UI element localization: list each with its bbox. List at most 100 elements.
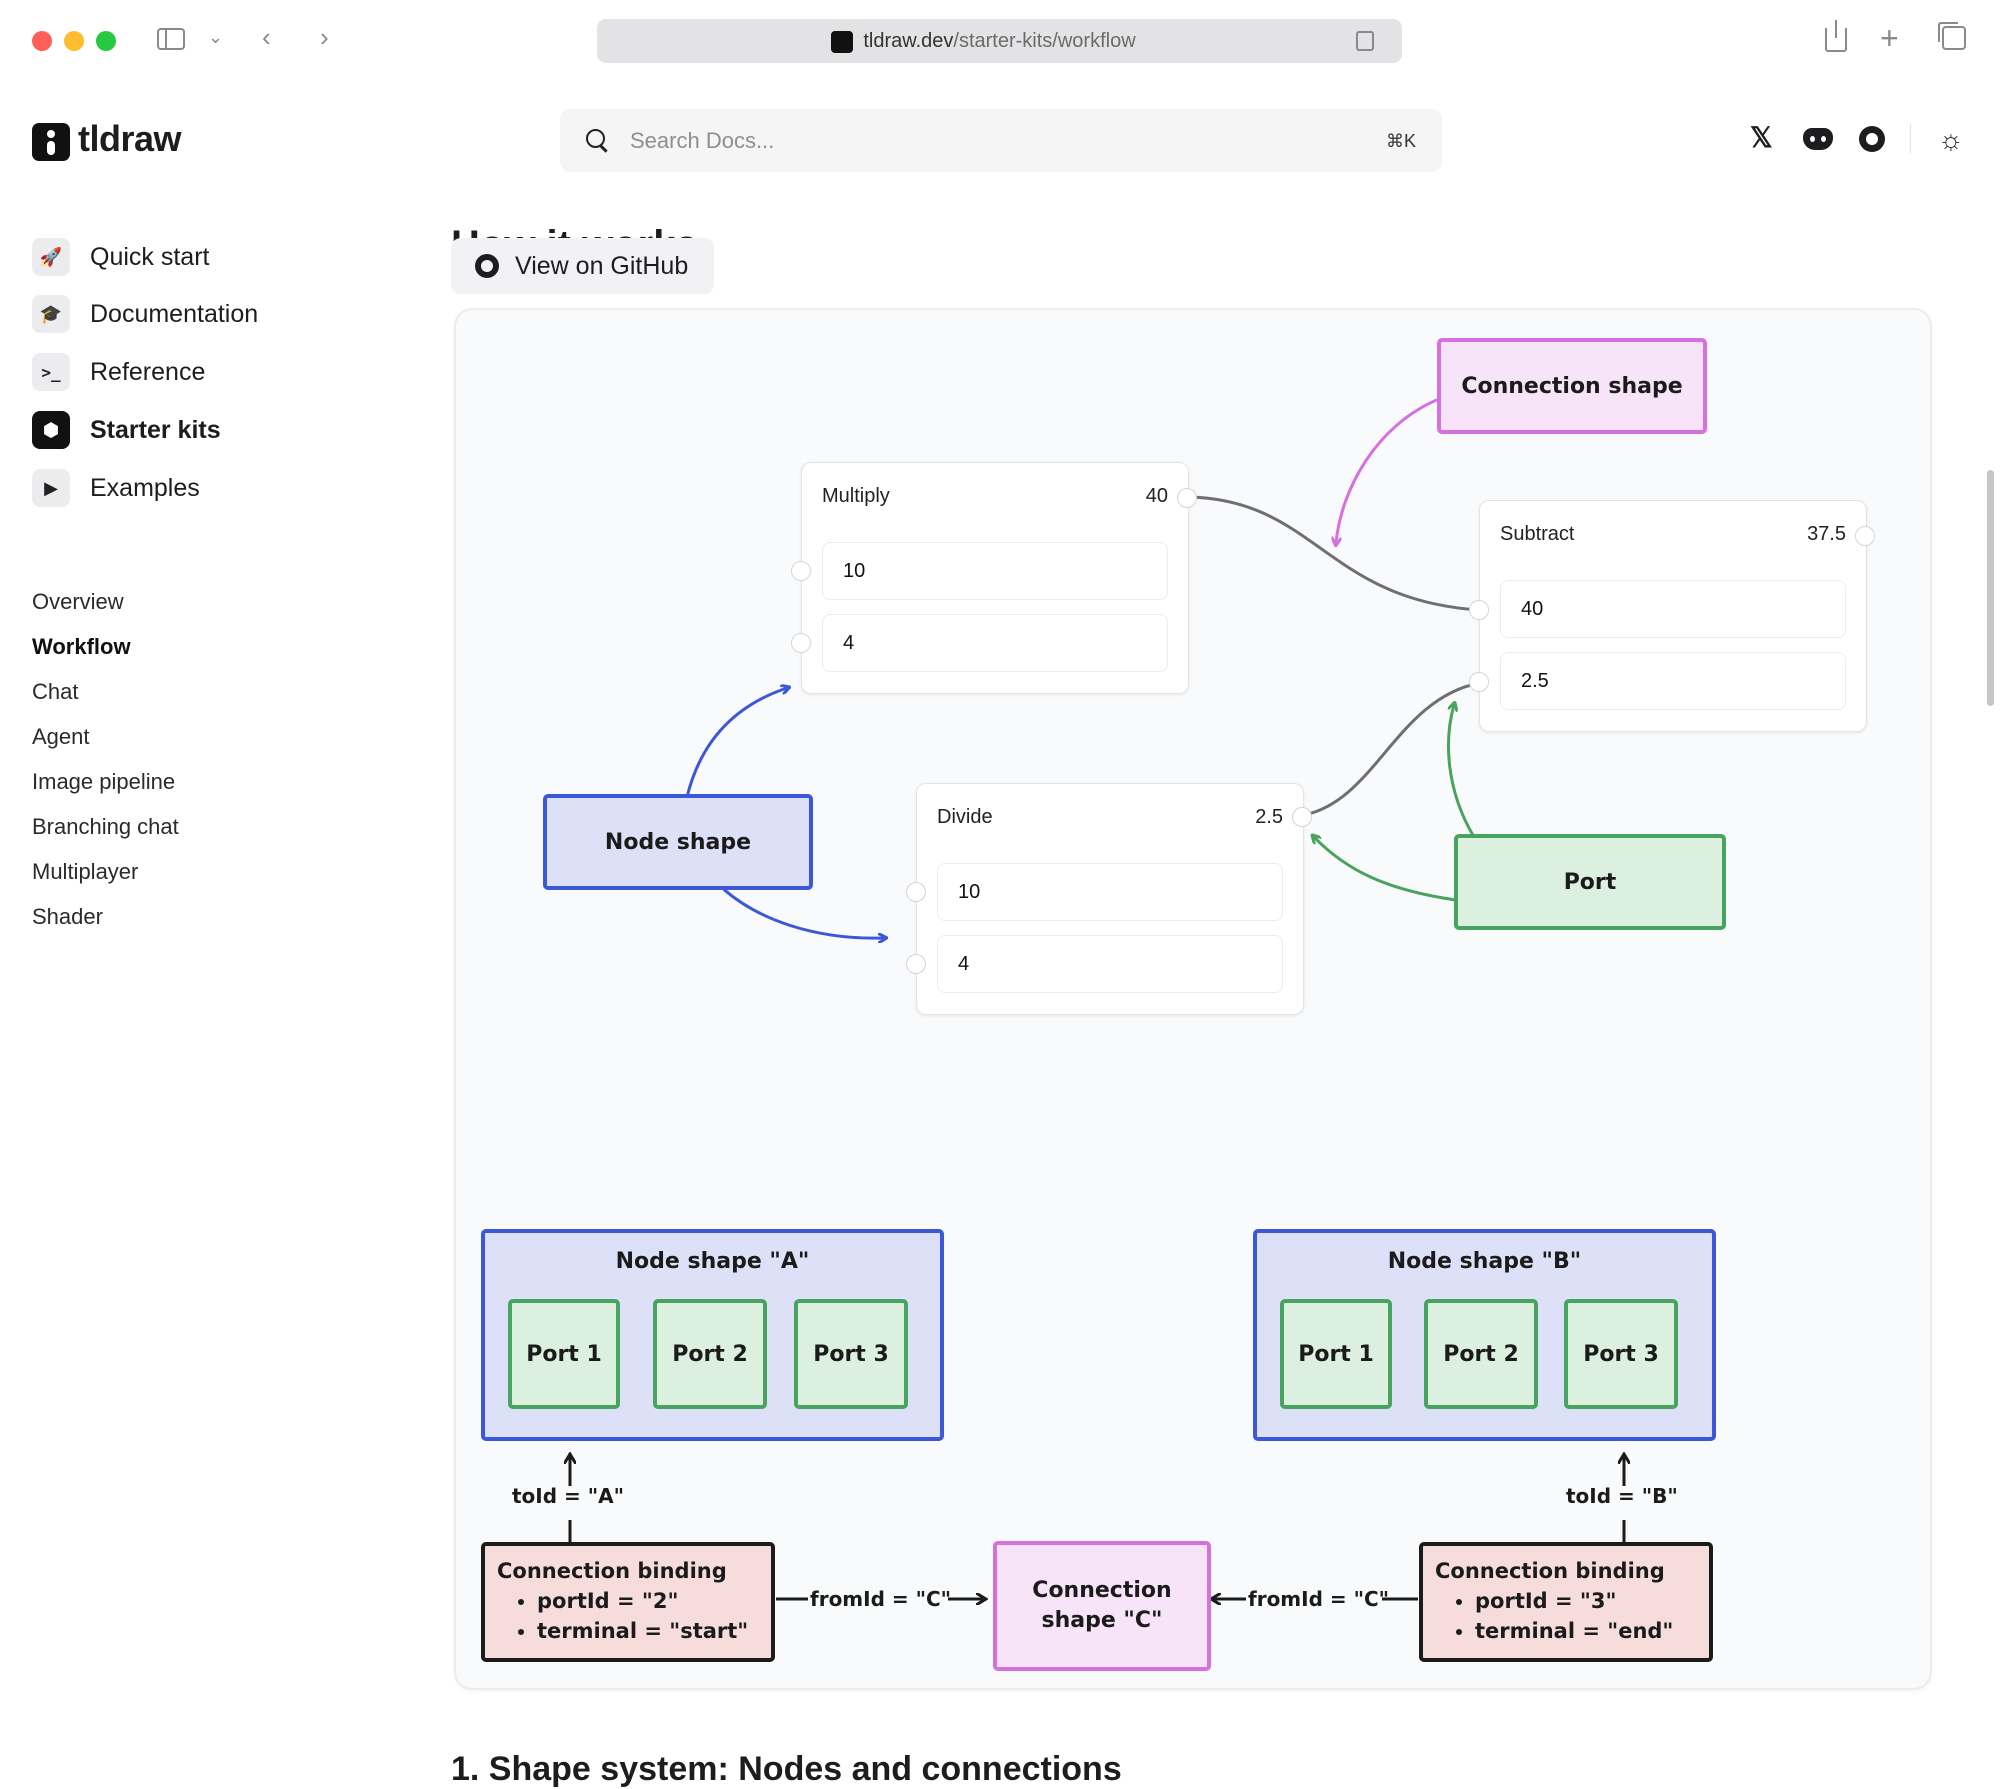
search-input[interactable]: Search Docs... ⌘K [560, 109, 1442, 172]
node-input-value: 10 [958, 881, 981, 903]
port-label: Port 1 [1298, 1341, 1374, 1367]
node-shape-b-title: Node shape "B" [1387, 1249, 1582, 1274]
logo-text[interactable]: tldraw [78, 118, 182, 160]
node-shape-arrow-up [685, 688, 787, 798]
box-label: Node shape [604, 829, 752, 855]
sidebar-item-label: Reference [90, 357, 206, 386]
discord-icon[interactable] [1803, 128, 1833, 150]
node-input-value: 2.5 [1521, 670, 1549, 692]
sidebar-item-examples[interactable]: ▶ Examples [32, 467, 200, 509]
tldraw-logo-icon[interactable] [32, 123, 70, 161]
node-input-field[interactable]: 4 [937, 935, 1283, 993]
port-label-box[interactable]: Port [1454, 834, 1726, 930]
sidebar-item-label: Examples [90, 473, 200, 502]
view-on-github-button[interactable]: View on GitHub [451, 238, 715, 294]
back-icon[interactable]: ‹ [262, 22, 271, 53]
output-port[interactable] [1855, 526, 1875, 546]
play-icon: ▶ [32, 469, 70, 507]
github-button-label: View on GitHub [515, 251, 689, 280]
node-a-port-2[interactable]: Port 2 [653, 1299, 767, 1409]
diagram-canvas[interactable]: Multiply 40 10 4 Subtract 37.5 40 2.5 Di… [456, 310, 1930, 1688]
node-a-port-3[interactable]: Port 3 [794, 1299, 908, 1409]
reader-icon[interactable] [1356, 31, 1374, 51]
node-shape-a-title: Node shape "A" [615, 1249, 810, 1274]
node-input-value: 4 [843, 632, 855, 654]
sidebar-subitem-workflow[interactable]: Workflow [32, 634, 131, 660]
sidebar-subitem-chat[interactable]: Chat [32, 679, 78, 705]
connection-shape-label-box[interactable]: Connection shape [1437, 338, 1707, 434]
node-output-value: 37.5 [1807, 523, 1846, 545]
connection-shape-arrow [1336, 397, 1440, 543]
node-input-field[interactable]: 40 [1500, 580, 1846, 638]
terminal-icon: >_ [32, 353, 70, 391]
url-domain: tldraw.dev [863, 30, 954, 52]
box-label: Port [1563, 869, 1617, 895]
input-port[interactable] [791, 633, 811, 653]
sidebar-toggle-icon[interactable] [157, 28, 185, 50]
input-port[interactable] [906, 882, 926, 902]
address-bar[interactable]: tldraw.dev/starter-kits/workflow [597, 19, 1402, 63]
from-id-left-label: fromId = "C" [810, 1587, 952, 1611]
chevron-down-icon[interactable]: ⌄ [208, 27, 223, 48]
to-id-a-label: toId = "A" [512, 1484, 625, 1508]
sidebar-item-quick-start[interactable]: 🚀 Quick start [32, 236, 209, 278]
browser-toolbar: ⌄ ‹ › tldraw.dev/starter-kits/workflow + [0, 0, 2000, 80]
connection-shape-c-box[interactable]: Connection shape "C" [993, 1541, 1211, 1671]
sidebar-subitem-multiplayer[interactable]: Multiplayer [32, 859, 138, 885]
box-icon: ⬢ [32, 411, 70, 449]
node-input-field[interactable]: 4 [822, 614, 1168, 672]
input-port[interactable] [1469, 672, 1489, 692]
sidebar-item-label: Documentation [90, 299, 259, 328]
sidebar-subitem-agent[interactable]: Agent [32, 724, 90, 750]
minimize-window-button[interactable] [64, 31, 84, 51]
connection-binding-left[interactable]: Connection binding portId = "2" terminal… [481, 1542, 775, 1662]
port-arrow-left [1314, 837, 1457, 902]
sidebar-item-reference[interactable]: >_ Reference [32, 351, 205, 393]
node-input-value: 4 [958, 953, 970, 975]
node-b-port-2[interactable]: Port 2 [1424, 1299, 1538, 1409]
output-port[interactable] [1177, 488, 1197, 508]
close-window-button[interactable] [32, 31, 52, 51]
node-input-value: 10 [843, 560, 866, 582]
divide-node[interactable]: Divide 2.5 10 4 [916, 783, 1304, 1015]
page-scrollbar[interactable] [1987, 470, 1994, 706]
node-input-field[interactable]: 2.5 [1500, 652, 1846, 710]
subtract-node[interactable]: Subtract 37.5 40 2.5 [1479, 500, 1867, 732]
forward-icon[interactable]: › [320, 22, 329, 53]
node-input-field[interactable]: 10 [937, 863, 1283, 921]
node-title: Divide [937, 806, 993, 828]
input-port[interactable] [906, 954, 926, 974]
input-port[interactable] [1469, 600, 1489, 620]
connection-binding-right[interactable]: Connection binding portId = "3" terminal… [1419, 1542, 1713, 1662]
sidebar-item-documentation[interactable]: 🎓 Documentation [32, 293, 258, 335]
binding-properties: portId = "2" terminal = "start" [497, 1586, 771, 1646]
github-icon[interactable] [1859, 126, 1885, 152]
binding-property: terminal = "start" [537, 1616, 771, 1646]
tab-overview-icon[interactable] [1938, 22, 1966, 50]
sidebar-subitem-image-pipeline[interactable]: Image pipeline [32, 769, 175, 795]
from-id-right-label: fromId = "C" [1248, 1587, 1390, 1611]
node-b-port-3[interactable]: Port 3 [1564, 1299, 1678, 1409]
sidebar-subitem-branching-chat[interactable]: Branching chat [32, 814, 179, 840]
new-tab-icon[interactable]: + [1880, 20, 1899, 57]
node-input-field[interactable]: 10 [822, 542, 1168, 600]
sidebar-subitem-shader[interactable]: Shader [32, 904, 103, 930]
next-section-heading: 1. Shape system: Nodes and connections [451, 1750, 1122, 1788]
sidebar-item-starter-kits[interactable]: ⬢ Starter kits [32, 409, 221, 451]
zoom-window-button[interactable] [96, 31, 116, 51]
port-label: Port 2 [1443, 1341, 1519, 1367]
port-label: Port 3 [813, 1341, 889, 1367]
theme-toggle-sun-icon[interactable]: ☼ [1938, 124, 1964, 156]
output-port[interactable] [1292, 807, 1312, 827]
box-label: Connection shape [1461, 373, 1683, 399]
share-icon[interactable] [1825, 20, 1847, 52]
x-twitter-icon[interactable]: 𝕏 [1750, 121, 1773, 154]
node-a-port-1[interactable]: Port 1 [508, 1299, 620, 1409]
port-label: Port 1 [526, 1341, 602, 1367]
sidebar-subitem-overview[interactable]: Overview [32, 589, 124, 615]
multiply-node[interactable]: Multiply 40 10 4 [801, 462, 1189, 694]
node-shape-label-box[interactable]: Node shape [543, 794, 813, 890]
to-id-b-label: toId = "B" [1566, 1484, 1678, 1508]
node-b-port-1[interactable]: Port 1 [1280, 1299, 1392, 1409]
input-port[interactable] [791, 561, 811, 581]
